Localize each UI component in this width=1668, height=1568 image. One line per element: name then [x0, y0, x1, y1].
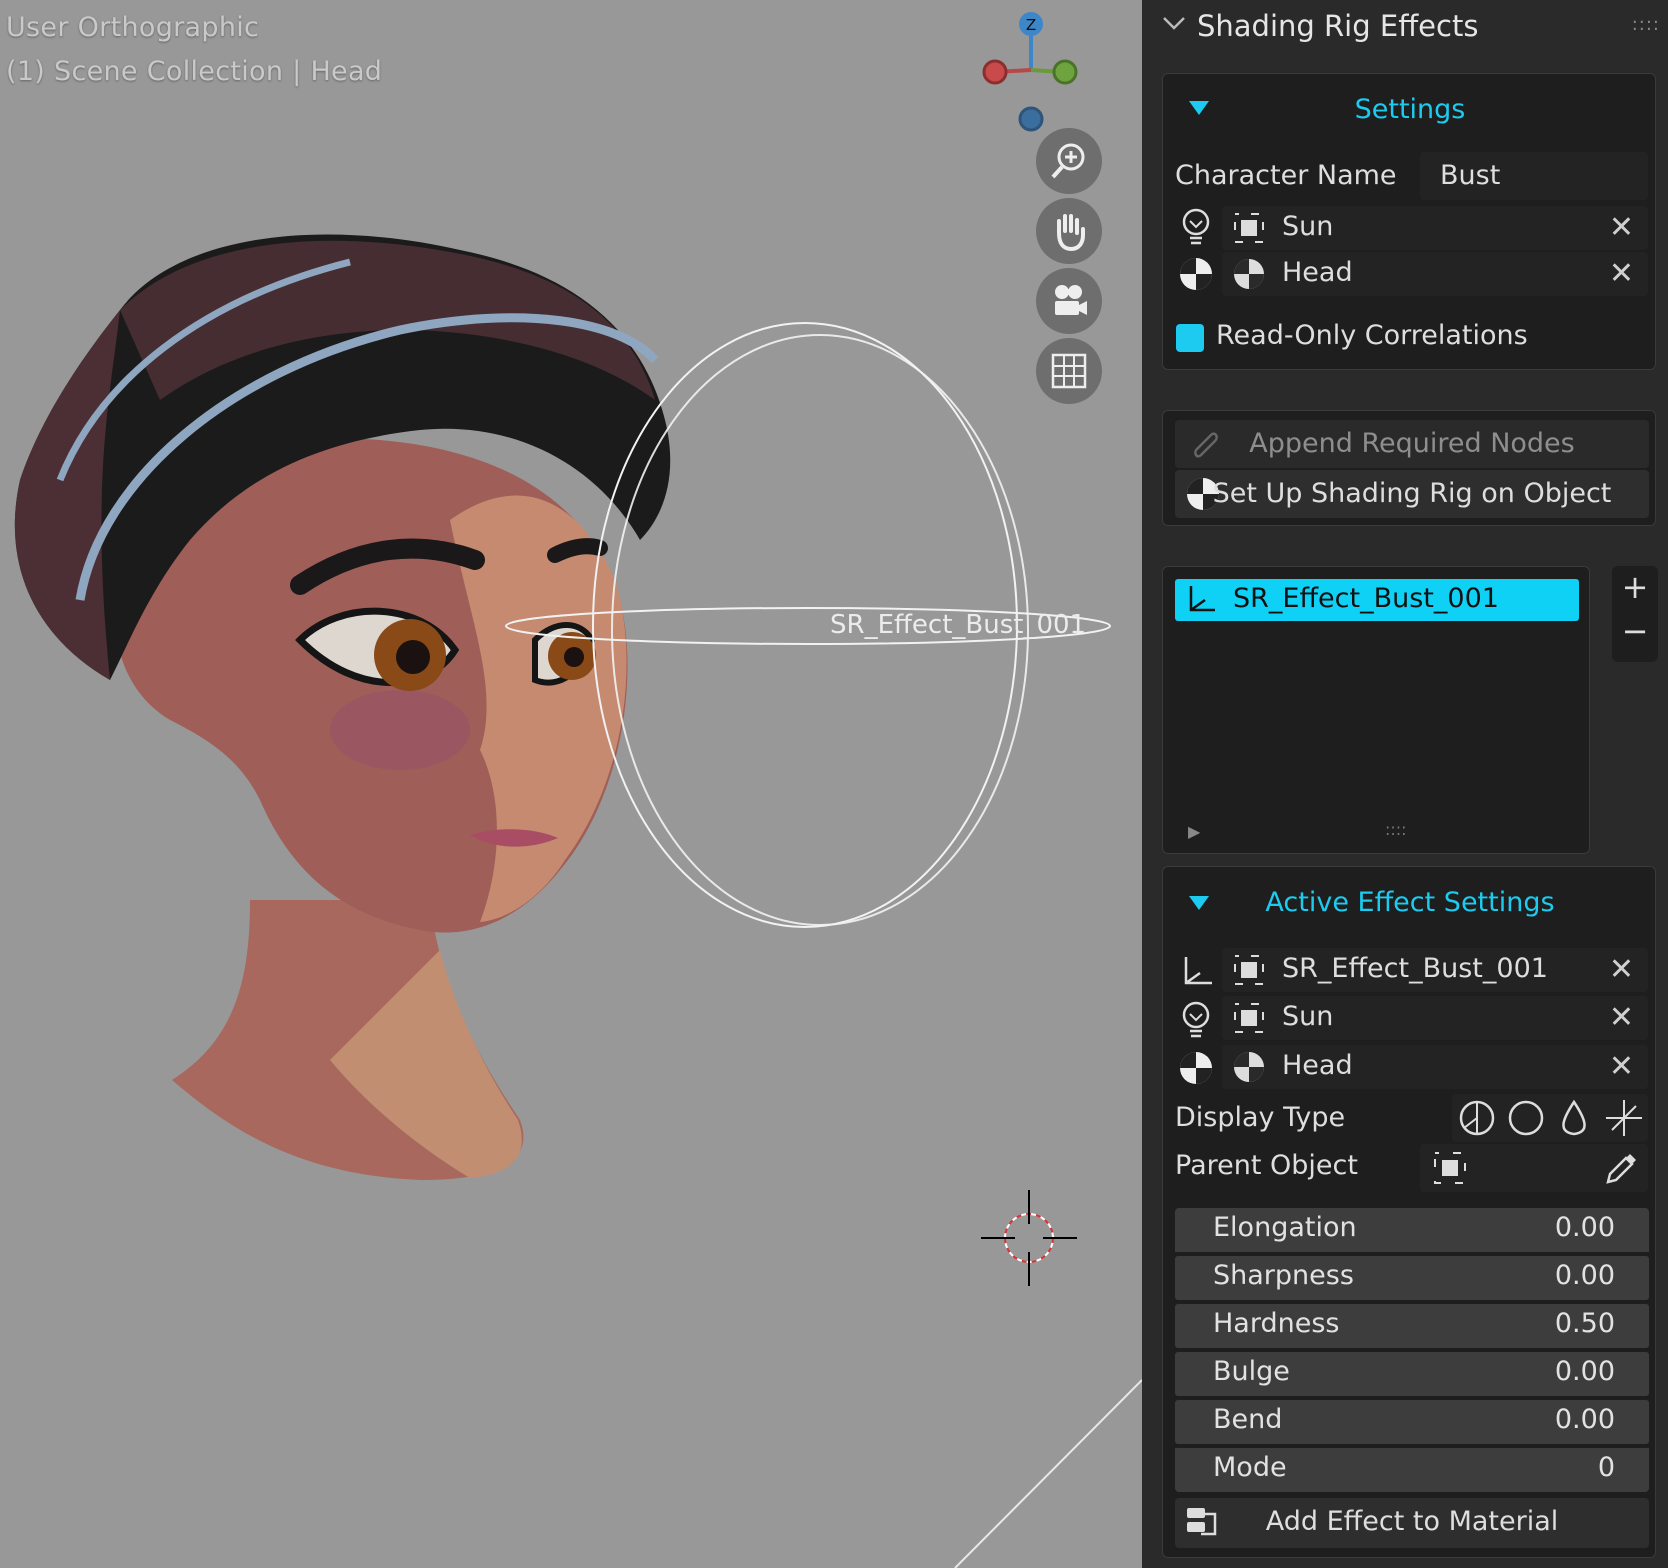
- object-label: SR_Effect_Bust_001: [830, 610, 1087, 640]
- append-nodes-button[interactable]: Append Required Nodes: [1175, 420, 1649, 468]
- zoom-icon: [1051, 143, 1085, 179]
- empty-axes-icon: [1189, 586, 1215, 612]
- empty-axes-icon: [1184, 957, 1212, 985]
- elongation-slider[interactable]: Elongation 0.00: [1175, 1208, 1649, 1252]
- zoom-button[interactable]: [1036, 128, 1102, 194]
- effect-item-name: SR_Effect_Bust_001: [1233, 583, 1499, 614]
- camera-view-button[interactable]: [1036, 268, 1102, 334]
- elongation-value: 0.00: [1554, 1212, 1615, 1243]
- display-sphere-icon[interactable]: [1459, 1100, 1495, 1136]
- append-nodes-label: Append Required Nodes: [1249, 428, 1575, 459]
- clear-effect-head-button[interactable]: ✕: [1609, 1052, 1634, 1082]
- clear-effect-light-button[interactable]: ✕: [1609, 1003, 1634, 1033]
- elongation-label: Elongation: [1213, 1212, 1357, 1243]
- mode-value: 0: [1597, 1452, 1615, 1483]
- effect-light-name: Sun: [1282, 1001, 1334, 1032]
- shading-ball-icon: [1180, 258, 1212, 290]
- list-filter-toggle-icon[interactable]: ▶: [1188, 822, 1200, 841]
- drag-handle-icon[interactable]: ::::: [1632, 14, 1660, 35]
- character-name-value: Bust: [1440, 160, 1501, 191]
- display-type-label: Display Type: [1175, 1102, 1346, 1133]
- effect-head-field[interactable]: Head ✕: [1222, 1045, 1648, 1089]
- sharpness-slider[interactable]: Sharpness 0.00: [1175, 1256, 1649, 1300]
- light-bulb-icon: [1182, 208, 1210, 245]
- read-only-label: Read-Only Correlations: [1216, 320, 1528, 351]
- setup-rig-label: Set Up Shading Rig on Object: [1212, 478, 1612, 509]
- panel-header[interactable]: Shading Rig Effects ::::: [1142, 0, 1668, 56]
- add-effect-button[interactable]: +: [1612, 568, 1658, 606]
- display-cone-icon[interactable]: [1562, 1099, 1586, 1136]
- setup-rig-button[interactable]: Set Up Shading Rig on Object: [1175, 470, 1649, 518]
- object-icon: [1234, 955, 1264, 985]
- 3d-viewport[interactable]: User Orthographic (1) Scene Collection |…: [0, 0, 1142, 1568]
- sharpness-value: 0.00: [1554, 1260, 1615, 1291]
- display-circle-icon[interactable]: [1508, 1100, 1544, 1136]
- hardness-label: Hardness: [1213, 1308, 1340, 1339]
- hand-icon: [1057, 214, 1085, 251]
- gizmo-z-label: Z: [1026, 16, 1036, 34]
- effects-list-item[interactable]: SR_Effect_Bust_001: [1175, 579, 1579, 621]
- display-type-selector: [1452, 1094, 1648, 1142]
- remove-effect-button[interactable]: −: [1612, 612, 1658, 650]
- bend-value: 0.00: [1554, 1404, 1615, 1435]
- mode-field[interactable]: Mode 0: [1175, 1448, 1649, 1492]
- grid-icon: [1051, 353, 1087, 389]
- scene-render: [14, 234, 1142, 1568]
- bend-slider[interactable]: Bend 0.00: [1175, 1400, 1649, 1444]
- display-type-icons: [1459, 1099, 1642, 1136]
- effect-head-name: Head: [1282, 1050, 1353, 1081]
- parent-object-field[interactable]: [1420, 1144, 1648, 1192]
- light-object-name: Sun: [1282, 211, 1334, 242]
- clear-light-button[interactable]: ✕: [1609, 213, 1634, 243]
- hardness-value: 0.50: [1554, 1308, 1615, 1339]
- object-icon: [1234, 1003, 1264, 1033]
- panel-title: Shading Rig Effects: [1197, 9, 1479, 43]
- object-icon: [1434, 1152, 1466, 1184]
- pan-button[interactable]: [1036, 198, 1102, 264]
- head-object-name: Head: [1282, 257, 1353, 288]
- read-only-checkbox[interactable]: [1176, 324, 1204, 352]
- add-to-material-button[interactable]: Add Effect to Material: [1175, 1498, 1649, 1548]
- camera-icon: [1055, 285, 1087, 315]
- chevron-down-icon: [1163, 17, 1185, 30]
- active-effect-header: Active Effect Settings: [1265, 887, 1555, 918]
- object-icon: [1234, 213, 1264, 243]
- bulge-label: Bulge: [1213, 1356, 1290, 1387]
- effect-object-field[interactable]: SR_Effect_Bust_001 ✕: [1222, 948, 1648, 992]
- orientation-gizmo[interactable]: Z: [975, 12, 1085, 132]
- bend-label: Bend: [1213, 1404, 1283, 1435]
- clear-head-button[interactable]: ✕: [1609, 259, 1634, 289]
- mode-label: Mode: [1213, 1452, 1287, 1483]
- eyedropper-icon[interactable]: [1602, 1150, 1638, 1186]
- shading-ball-icon: [1180, 1052, 1212, 1084]
- light-bulb-icon: [1182, 1001, 1210, 1038]
- 3d-cursor: [981, 1190, 1077, 1286]
- character-name-field[interactable]: Bust: [1420, 152, 1648, 200]
- character-name-label: Character Name: [1175, 160, 1397, 191]
- head-object-field[interactable]: Head ✕: [1222, 252, 1648, 296]
- effect-light-field[interactable]: Sun ✕: [1222, 996, 1648, 1040]
- add-to-material-label: Add Effect to Material: [1265, 1506, 1559, 1537]
- settings-header: Settings: [1354, 94, 1466, 125]
- light-object-field[interactable]: Sun ✕: [1222, 206, 1648, 250]
- parent-object-label: Parent Object: [1175, 1150, 1358, 1181]
- ortho-toggle-button[interactable]: [1036, 338, 1102, 404]
- hardness-slider[interactable]: Hardness 0.50: [1175, 1304, 1649, 1348]
- list-resize-handle-icon[interactable]: ::::: [1385, 820, 1407, 839]
- display-axes-icon[interactable]: [1606, 1100, 1642, 1136]
- material-ball-icon: [1234, 1052, 1264, 1082]
- clear-effect-object-button[interactable]: ✕: [1609, 955, 1634, 985]
- bulge-slider[interactable]: Bulge 0.00: [1175, 1352, 1649, 1396]
- sharpness-label: Sharpness: [1213, 1260, 1354, 1291]
- effect-object-name: SR_Effect_Bust_001: [1282, 953, 1548, 984]
- bulge-value: 0.00: [1554, 1356, 1615, 1387]
- material-ball-icon: [1234, 259, 1264, 289]
- list-controls: + −: [1612, 566, 1658, 662]
